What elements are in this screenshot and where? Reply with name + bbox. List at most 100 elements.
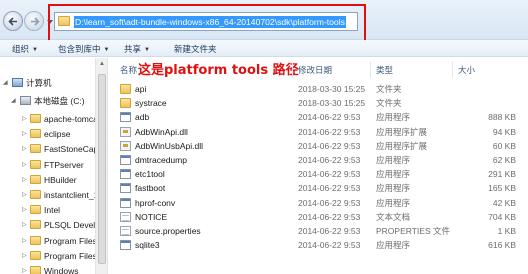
file-type: 文本文档	[376, 211, 411, 222]
share-with-menu[interactable]: 共享 ▼	[124, 43, 150, 55]
column-header-type[interactable]: 类型	[376, 64, 393, 76]
file-name: sqlite3	[135, 240, 160, 251]
tree-item-folder[interactable]: instantclient_1	[30, 189, 96, 201]
tree-item-folder[interactable]: FastStoneCap	[30, 143, 96, 155]
file-row[interactable]: systrace 2018-03-30 15:25 文件夹	[110, 96, 528, 110]
file-name: fastboot	[135, 183, 166, 194]
file-row[interactable]: dmtracedump 2014-06-22 9:53 应用程序 62 KB	[110, 153, 528, 167]
new-folder-button[interactable]: 新建文件夹	[174, 43, 217, 55]
file-row[interactable]: AdbWinApi.dll 2014-06-22 9:53 应用程序扩展 94 KB	[110, 125, 528, 139]
folder-icon	[30, 266, 41, 274]
file-row[interactable]: api 2018-03-30 15:25 文件夹	[110, 82, 528, 96]
column-header-date[interactable]: 修改日期	[298, 64, 332, 76]
folder-icon	[30, 114, 41, 123]
expand-triangle-icon[interactable]: ▷	[22, 252, 27, 259]
file-date: 2014-06-22 9:53	[298, 211, 361, 222]
expand-triangle-icon[interactable]: ▷	[22, 115, 27, 122]
file-row[interactable]: fastboot 2014-06-22 9:53 应用程序 165 KB	[110, 181, 528, 195]
expand-triangle-icon[interactable]: ▷	[22, 191, 27, 198]
tree-item-label: FTPserver	[44, 159, 84, 170]
column-header-size[interactable]: 大小	[458, 64, 475, 76]
expand-triangle-icon[interactable]: ▷	[22, 130, 27, 137]
exe-icon	[120, 169, 131, 180]
tree-item-label: Program Files	[44, 250, 96, 261]
tree-item-folder[interactable]: Program Files	[30, 235, 96, 247]
expand-triangle-icon[interactable]: ▷	[22, 267, 27, 274]
computer-icon	[12, 78, 23, 87]
file-row[interactable]: AdbWinUsbApi.dll 2014-06-22 9:53 应用程序扩展 60 …	[110, 139, 528, 153]
file-row[interactable]: sqlite3 2014-06-22 9:53 应用程序 616 KB	[110, 238, 528, 252]
expand-triangle-icon[interactable]: ▷	[22, 145, 27, 152]
annotation-text: 这是platform tools 路径	[138, 63, 299, 78]
file-name: hprof-conv	[135, 197, 176, 208]
file-row[interactable]: etc1tool 2014-06-22 9:53 应用程序 291 KB	[110, 167, 528, 181]
folder-icon	[30, 220, 41, 230]
scroll-up-icon[interactable]: ▲	[99, 61, 105, 67]
tree-item-folder[interactable]: PLSQL Develo	[30, 219, 95, 231]
organize-menu[interactable]: 组织 ▼	[12, 43, 38, 55]
include-in-library-menu[interactable]: 包含到库中 ▼	[58, 43, 109, 55]
tree-item-label: 本地磁盘 (C:)	[34, 96, 85, 106]
file-row[interactable]: NOTICE 2014-06-22 9:53 文本文档 704 KB	[110, 210, 528, 224]
tree-item-folder[interactable]: eclipse	[30, 128, 70, 140]
expand-triangle-icon[interactable]: ▷	[22, 221, 27, 228]
expand-triangle-icon[interactable]: ▷	[22, 237, 27, 244]
file-type: 应用程序	[376, 155, 411, 165]
tree-item-folder[interactable]: FTPserver	[30, 159, 84, 171]
folder-icon	[30, 190, 41, 199]
file-name-cell: sqlite3	[120, 239, 160, 251]
file-date: 2018-03-30 15:25	[298, 98, 366, 109]
tree-item-local-disk[interactable]: 本地磁盘 (C:)	[20, 95, 85, 107]
exe-icon	[120, 197, 131, 208]
dll-icon	[120, 140, 131, 151]
tree-item-folder[interactable]: Program Files	[30, 250, 96, 262]
folder-icon	[120, 84, 131, 94]
tree-item-label: Intel	[44, 205, 61, 216]
vertical-scrollbar[interactable]: ▲	[96, 58, 108, 274]
chevron-down-icon: ▼	[103, 46, 110, 53]
annotation-highlight-box	[48, 4, 366, 44]
back-button[interactable]	[3, 11, 23, 31]
file-name: adb	[135, 112, 150, 123]
tree-item-label: FastStoneCap	[44, 144, 96, 155]
forward-button[interactable]	[24, 11, 44, 31]
folder-icon	[30, 250, 41, 260]
tree-item-label: eclipse	[44, 129, 71, 140]
tree-item-label: instantclient_1	[44, 190, 96, 200]
file-name: api	[135, 84, 147, 94]
folder-icon	[30, 235, 41, 245]
folder-icon	[120, 98, 131, 109]
tree-item-folder[interactable]: Windows	[30, 265, 78, 274]
column-divider[interactable]	[292, 62, 293, 78]
file-row[interactable]: hprof-conv 2014-06-22 9:53 应用程序 42 KB	[110, 196, 528, 210]
column-header-name[interactable]: 名称	[120, 64, 137, 76]
tree-item-label: HBuilder	[44, 174, 77, 185]
tree-item-label: Program Files	[44, 235, 96, 246]
file-date: 2018-03-30 15:25	[298, 84, 366, 94]
expand-triangle-icon[interactable]: ▷	[22, 206, 27, 213]
expand-triangle-icon[interactable]: ▷	[22, 176, 27, 183]
file-name-cell: AdbWinApi.dll	[120, 126, 188, 138]
column-divider[interactable]	[452, 62, 453, 78]
folder-icon	[30, 205, 41, 215]
expand-triangle-icon[interactable]: ◢	[11, 97, 16, 104]
file-name: source.properties	[135, 226, 201, 236]
file-row[interactable]: source.properties 2014-06-22 9:53 PROPERTI…	[110, 224, 528, 238]
tree-item-folder[interactable]: Intel	[30, 204, 60, 216]
tree-item-folder[interactable]: HBuilder	[30, 174, 77, 186]
folder-icon	[30, 129, 41, 139]
scrollbar-thumb[interactable]	[98, 74, 106, 264]
file-name: systrace	[135, 98, 167, 109]
column-divider[interactable]	[370, 62, 371, 78]
expand-triangle-icon[interactable]: ▷	[22, 161, 27, 168]
file-date: 2014-06-22 9:53	[298, 169, 361, 180]
file-size: 60 KB	[492, 140, 516, 151]
file-size: 888 KB	[488, 112, 516, 123]
file-name-cell: AdbWinUsbApi.dll	[120, 140, 203, 152]
file-size: 94 KB	[492, 126, 516, 137]
tree-item-computer[interactable]: 计算机	[12, 77, 52, 89]
expand-triangle-icon[interactable]: ◢	[3, 79, 8, 86]
tree-item-folder[interactable]: apache-tomca	[30, 113, 95, 125]
file-row[interactable]: adb 2014-06-22 9:53 应用程序 888 KB	[110, 110, 528, 124]
file-name-cell: systrace	[120, 97, 167, 109]
